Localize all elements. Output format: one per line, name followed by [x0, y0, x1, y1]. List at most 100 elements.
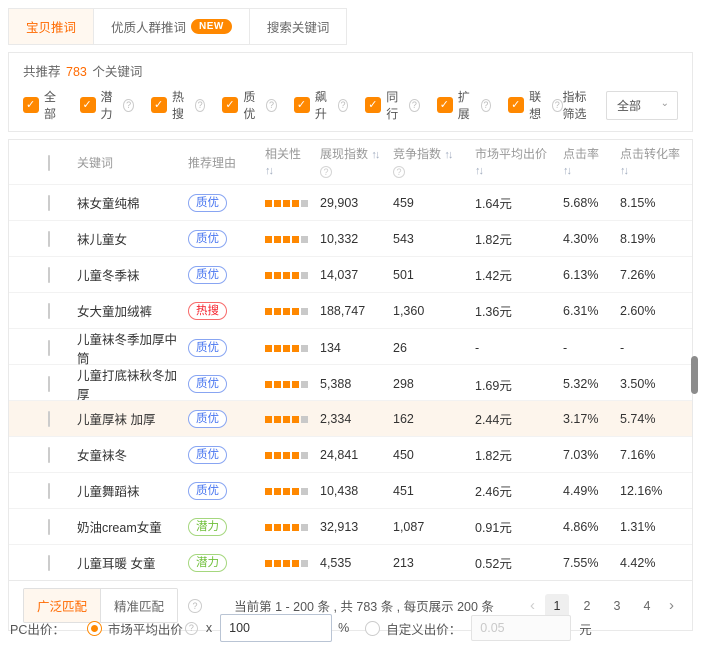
row-checkbox[interactable] — [48, 411, 50, 427]
checkbox-checked-icon[interactable] — [222, 97, 238, 113]
filter-checkbox[interactable]: 潜力 — [80, 88, 134, 122]
impression-cell: 134 — [320, 341, 393, 355]
filter-checkbox[interactable]: 热搜 — [151, 88, 205, 122]
row-checkbox[interactable] — [48, 231, 50, 247]
help-icon[interactable] — [393, 166, 405, 178]
reason-badge: 潜力 — [188, 518, 227, 536]
ctr-cell: 3.17% — [563, 412, 620, 426]
filter-checkbox[interactable]: 质优 — [222, 88, 276, 122]
metric-filter-label: 指标筛选 — [563, 88, 598, 122]
custom-price-radio[interactable] — [365, 621, 380, 636]
filter-checkbox[interactable]: 扩展 — [437, 88, 491, 122]
table-row[interactable]: 袜女童纯棉 质优 29,903 459 1.64元 5.68% 8.15% — [9, 184, 692, 220]
ctr-cell: 4.30% — [563, 232, 620, 246]
select-all-checkbox[interactable] — [48, 155, 50, 171]
next-page-button[interactable] — [665, 597, 678, 614]
avg-bid-cell: 2.46元 — [475, 481, 563, 500]
percent-input[interactable] — [220, 614, 332, 642]
table-row[interactable]: 奶油cream女童 潜力 32,913 1,087 0.91元 4.86% 1.… — [9, 508, 692, 544]
row-checkbox[interactable] — [48, 376, 50, 392]
ctr-cell: - — [563, 341, 620, 355]
help-icon[interactable] — [185, 622, 198, 635]
checkbox-label: 潜力 — [101, 88, 120, 122]
cvr-cell: 3.50% — [620, 377, 692, 391]
relevance-bar-segment — [265, 345, 272, 352]
row-checkbox[interactable] — [48, 483, 50, 499]
competition-cell: 213 — [393, 556, 475, 570]
checkbox-checked-icon[interactable] — [437, 97, 453, 113]
row-checkbox[interactable] — [48, 303, 50, 319]
metric-filter: 指标筛选 全部 — [563, 88, 678, 122]
sort-icon[interactable] — [563, 165, 570, 177]
col-ctr: 点击率 — [563, 146, 620, 179]
custom-price-input[interactable] — [471, 615, 571, 641]
filter-checkbox[interactable]: 全部 — [23, 88, 63, 122]
table-row[interactable]: 儿童厚袜 加厚 质优 2,334 162 2.44元 3.17% 5.74% — [9, 400, 692, 436]
checkbox-checked-icon[interactable] — [508, 97, 524, 113]
tab-item-recommend[interactable]: 宝贝推词 — [9, 9, 93, 44]
checkbox-label: 热搜 — [172, 88, 191, 122]
table-row[interactable]: 儿童打底袜秋冬加厚 质优 5,388 298 1.69元 5.32% 3.50% — [9, 364, 692, 400]
pc-bid-row: PC出价： 市场平均出价 x % 自定义出价： 元 — [0, 614, 701, 642]
checkbox-label: 扩展 — [458, 88, 477, 122]
relevance-bar-segment — [301, 272, 308, 279]
help-icon[interactable] — [188, 599, 202, 613]
cvr-cell: 7.16% — [620, 448, 692, 462]
tab-label: 宝贝推词 — [26, 17, 76, 36]
relevance-bar-segment — [274, 488, 281, 495]
filter-checkbox[interactable]: 联想 — [508, 88, 562, 122]
help-icon[interactable] — [338, 99, 349, 112]
help-icon[interactable] — [195, 99, 206, 112]
sort-icon[interactable] — [475, 165, 482, 177]
filter-checkbox[interactable]: 飙升 — [294, 88, 348, 122]
relevance-bar-segment — [292, 272, 299, 279]
checkbox-checked-icon[interactable] — [23, 97, 39, 113]
checkbox-checked-icon[interactable] — [151, 97, 167, 113]
multiply-sign: x — [206, 621, 212, 635]
checkbox-checked-icon[interactable] — [365, 97, 381, 113]
row-checkbox[interactable] — [48, 555, 50, 571]
row-checkbox[interactable] — [48, 447, 50, 463]
reason-badge: 质优 — [188, 375, 227, 393]
filter-checkbox[interactable]: 同行 — [365, 88, 419, 122]
tab-crowd-recommend[interactable]: 优质人群推词 NEW — [93, 9, 249, 44]
filter-panel: 共推荐 783 个关键词 全部 潜力 热搜 质优 飙升 同行 扩展 — [8, 52, 693, 132]
help-icon[interactable] — [409, 99, 420, 112]
prev-page-button[interactable] — [526, 597, 539, 614]
sort-icon[interactable] — [620, 165, 627, 177]
market-price-radio[interactable] — [87, 621, 102, 636]
ctr-cell: 5.32% — [563, 377, 620, 391]
sort-icon[interactable] — [444, 149, 451, 161]
help-icon[interactable] — [481, 99, 492, 112]
scrollbar-thumb[interactable] — [691, 356, 698, 394]
help-icon[interactable] — [552, 99, 563, 112]
table-row[interactable]: 袜儿童女 质优 10,332 543 1.82元 4.30% 8.19% — [9, 220, 692, 256]
row-checkbox[interactable] — [48, 519, 50, 535]
table-row[interactable]: 女大童加绒裤 热搜 188,747 1,360 1.36元 6.31% 2.60… — [9, 292, 692, 328]
table-row[interactable]: 儿童舞蹈袜 质优 10,438 451 2.46元 4.49% 12.16% — [9, 472, 692, 508]
metric-filter-select[interactable]: 全部 — [606, 91, 678, 120]
table-row[interactable]: 儿童袜冬季加厚中筒 质优 134 26 - - - — [9, 328, 692, 364]
row-checkbox[interactable] — [48, 267, 50, 283]
table-row[interactable]: 儿童耳暖 女童 潜力 4,535 213 0.52元 7.55% 4.42% — [9, 544, 692, 580]
checkbox-checked-icon[interactable] — [294, 97, 310, 113]
table-row[interactable]: 儿童冬季袜 质优 14,037 501 1.42元 6.13% 7.26% — [9, 256, 692, 292]
tab-search-keyword[interactable]: 搜索关键词 — [249, 9, 347, 44]
competition-cell: 298 — [393, 377, 475, 391]
help-icon[interactable] — [123, 99, 134, 112]
relevance-bar-segment — [292, 416, 299, 423]
competition-cell: 1,087 — [393, 520, 475, 534]
ctr-cell: 7.03% — [563, 448, 620, 462]
relevance-bar-segment — [283, 488, 290, 495]
row-checkbox[interactable] — [48, 340, 50, 356]
reason-badge: 质优 — [188, 410, 227, 428]
help-icon[interactable] — [320, 166, 332, 178]
sort-icon[interactable] — [371, 149, 378, 161]
table-row[interactable]: 女童袜冬 质优 24,841 450 1.82元 7.03% 7.16% — [9, 436, 692, 472]
help-icon[interactable] — [266, 99, 277, 112]
row-checkbox[interactable] — [48, 195, 50, 211]
checkbox-checked-icon[interactable] — [80, 97, 96, 113]
avg-bid-cell: 1.69元 — [475, 375, 563, 394]
sort-icon[interactable] — [265, 165, 272, 177]
relevance-bar-segment — [274, 236, 281, 243]
